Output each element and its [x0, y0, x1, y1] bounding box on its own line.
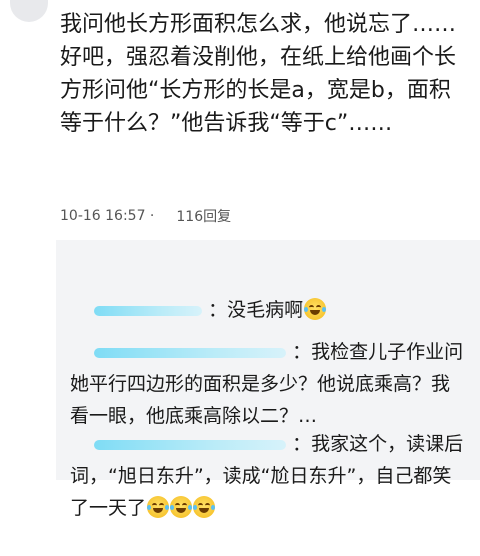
comment-list: ：没毛病啊 ：我检查儿子作业问她平行四边形的面积是多少？他说底乘高？我看一眼，他… — [56, 240, 480, 519]
avatar[interactable] — [10, 0, 48, 22]
redacted-username — [94, 439, 287, 450]
laughing-tears-emoji-icon — [147, 496, 170, 518]
comment-item[interactable]: ：我家这个，读课后词，“旭日东升”，读成“尬日东升”，自己都笑了一天了 — [70, 396, 465, 556]
post-text: 我问他长方形面积怎么求，他说忘了……好吧，强忍着没削他，在纸上给他画个长方形问他… — [60, 12, 457, 136]
post-timestamp: 10-16 16:57 · — [60, 208, 155, 224]
post-meta: 10-16 16:57 · 116回复 — [60, 206, 233, 226]
laughing-tears-emoji-icon — [193, 496, 216, 518]
laughing-tears-emoji-icon — [170, 496, 193, 518]
reply-count-button[interactable]: 116回复 — [174, 206, 233, 226]
redacted-username — [94, 347, 287, 358]
